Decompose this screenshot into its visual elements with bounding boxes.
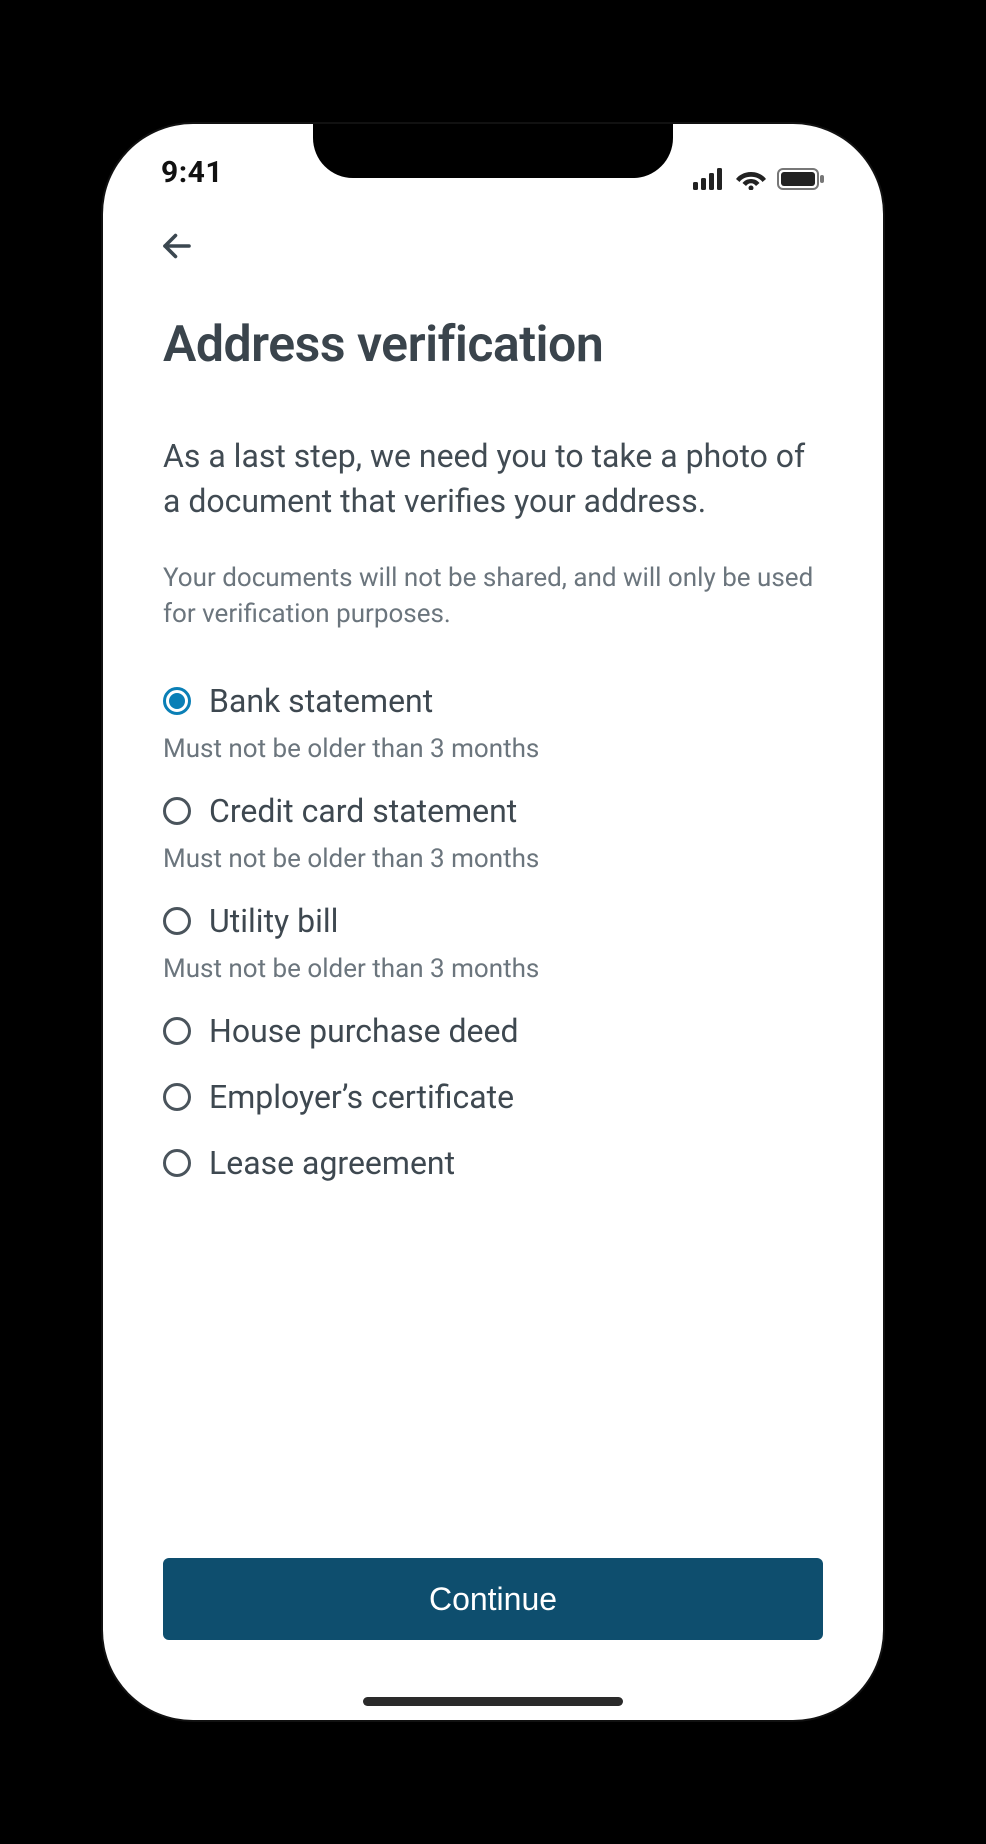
radio-icon <box>163 1017 191 1045</box>
option-row: Utility bill <box>163 902 823 940</box>
radio-icon <box>163 1149 191 1177</box>
phone-frame: 9:41 <box>103 124 883 1720</box>
option-row: Lease agreement <box>163 1144 823 1182</box>
option-row: Employer’s certificate <box>163 1078 823 1116</box>
option-label: Bank statement <box>209 682 433 720</box>
document-option[interactable]: House purchase deed <box>163 1012 823 1050</box>
screen-content: Address verification As a last step, we … <box>103 196 883 1720</box>
page-subtitle: As a last step, we need you to take a ph… <box>163 434 823 524</box>
option-label: House purchase deed <box>209 1012 519 1050</box>
document-option[interactable]: Bank statement Must not be older than 3 m… <box>163 682 823 764</box>
document-option[interactable]: Lease agreement <box>163 1144 823 1182</box>
option-row: Credit card statement <box>163 792 823 830</box>
radio-icon <box>163 797 191 825</box>
arrow-left-icon <box>159 228 195 264</box>
option-label: Employer’s certificate <box>209 1078 514 1116</box>
document-options: Bank statement Must not be older than 3 m… <box>163 682 823 1182</box>
option-row: Bank statement <box>163 682 823 720</box>
wifi-icon <box>735 168 767 190</box>
radio-icon <box>163 907 191 935</box>
option-hint: Must not be older than 3 months <box>163 844 823 874</box>
option-row: House purchase deed <box>163 1012 823 1050</box>
option-label: Credit card statement <box>209 792 517 830</box>
battery-icon <box>777 168 825 190</box>
continue-button[interactable]: Continue <box>163 1558 823 1640</box>
document-option[interactable]: Credit card statement Must not be older t… <box>163 792 823 874</box>
status-time: 9:41 <box>161 155 223 190</box>
home-indicator[interactable] <box>363 1697 623 1706</box>
page-title: Address verification <box>163 316 823 374</box>
document-option[interactable]: Employer’s certificate <box>163 1078 823 1116</box>
notch <box>313 124 673 178</box>
cellular-icon <box>693 168 725 190</box>
radio-icon <box>163 1083 191 1111</box>
option-hint: Must not be older than 3 months <box>163 734 823 764</box>
privacy-note: Your documents will not be shared, and w… <box>163 560 823 633</box>
option-label: Utility bill <box>209 902 338 940</box>
back-button[interactable] <box>155 224 199 268</box>
option-label: Lease agreement <box>209 1144 455 1182</box>
status-icons <box>693 168 825 190</box>
document-option[interactable]: Utility bill Must not be older than 3 mon… <box>163 902 823 984</box>
option-hint: Must not be older than 3 months <box>163 954 823 984</box>
radio-icon <box>163 687 191 715</box>
